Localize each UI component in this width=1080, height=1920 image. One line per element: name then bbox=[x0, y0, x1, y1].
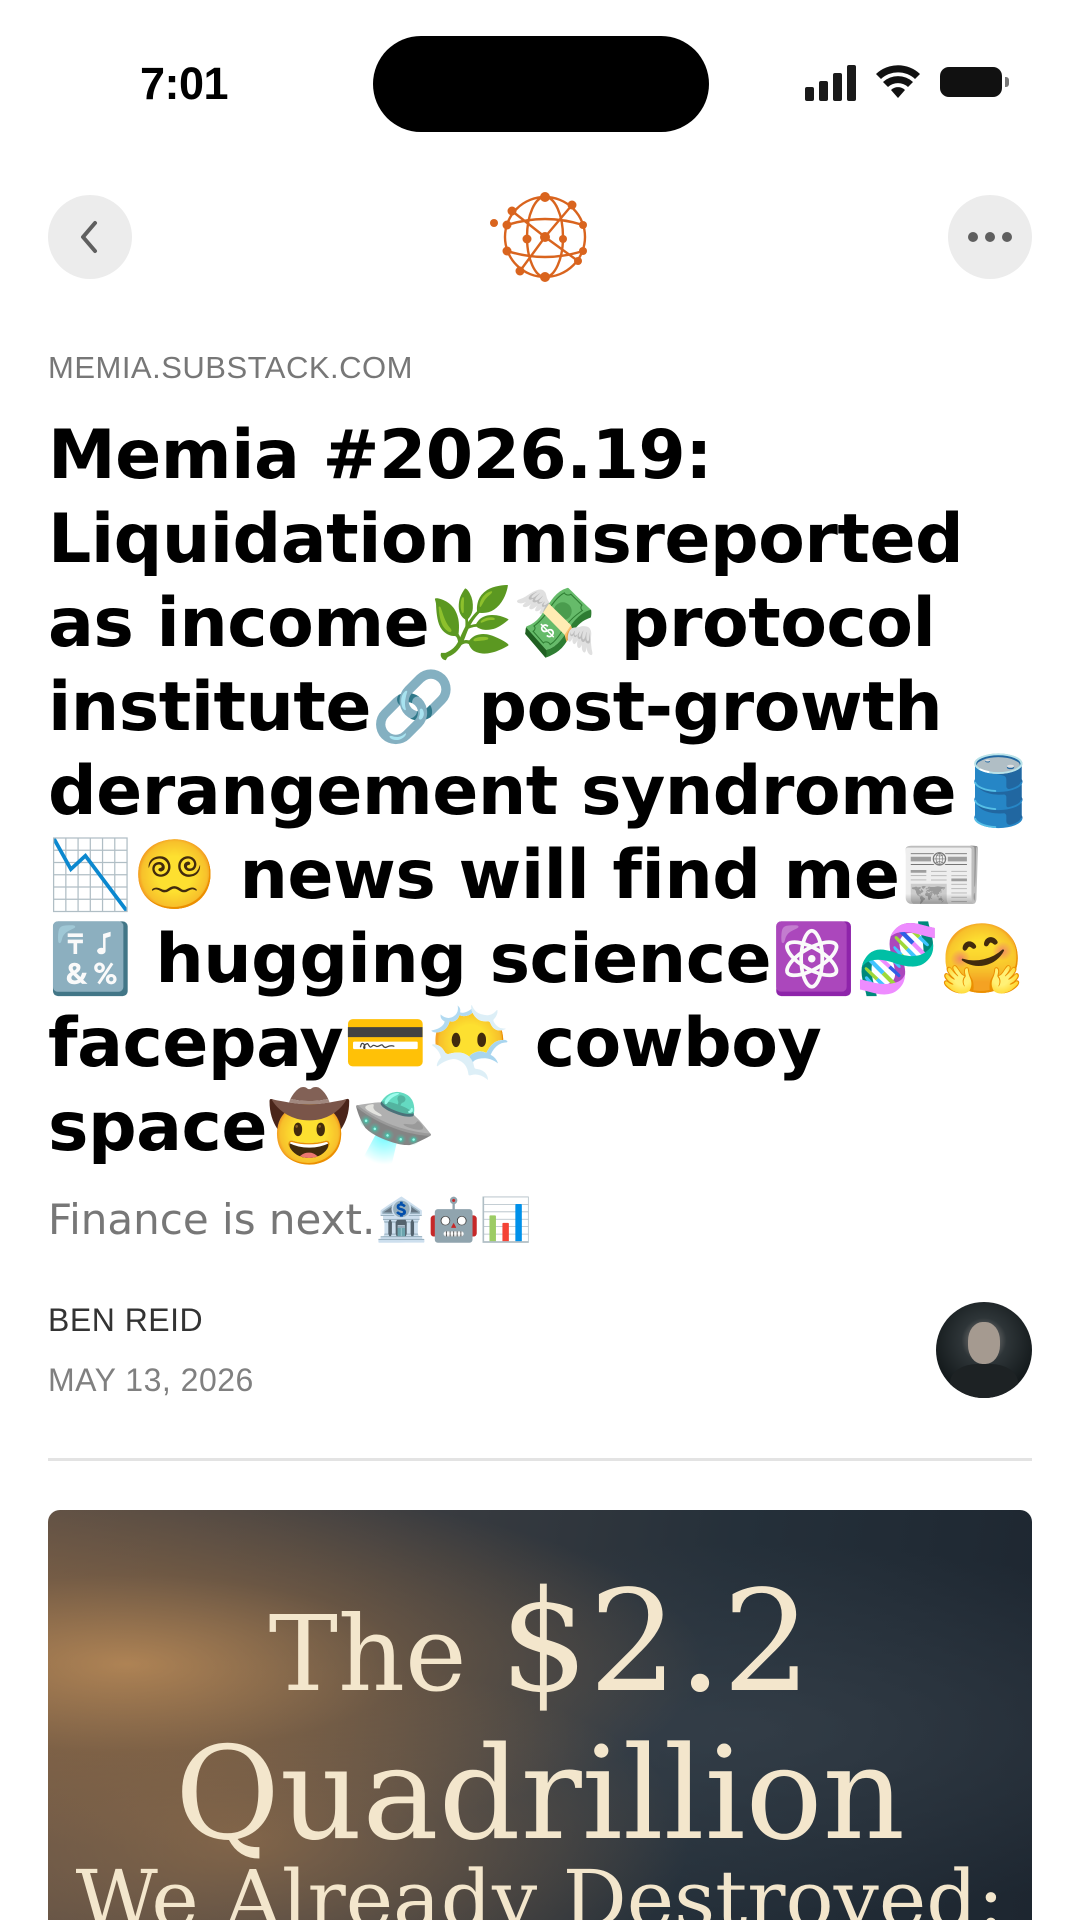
back-button[interactable] bbox=[48, 195, 132, 279]
hero-line-3: We Already Destroyed: bbox=[75, 1853, 1005, 1920]
article-subtitle: Finance is next.🏦🤖📊 bbox=[48, 1195, 533, 1244]
status-icons bbox=[805, 62, 1009, 102]
publication-domain-link[interactable]: MEMIA.SUBSTACK.COM bbox=[48, 350, 413, 386]
cellular-signal-icon bbox=[805, 63, 856, 101]
status-time: 7:01 bbox=[140, 58, 229, 109]
memia-globe-logo[interactable] bbox=[490, 189, 590, 289]
hero-line-2: Quadrillion bbox=[174, 1720, 906, 1869]
more-options-button[interactable] bbox=[948, 195, 1032, 279]
author-avatar[interactable] bbox=[936, 1302, 1032, 1398]
author-name-link[interactable]: BEN REID bbox=[48, 1302, 203, 1339]
screen: 7:01 MEMIA.SUBSTACK.COM Memia #2026.19: … bbox=[0, 0, 1080, 1920]
top-nav bbox=[0, 192, 1080, 285]
status-bar: 7:01 bbox=[0, 0, 1080, 150]
wifi-icon bbox=[876, 65, 920, 98]
divider bbox=[48, 1458, 1032, 1461]
hero-image[interactable]: The $2.2 Quadrillion We Already Destroye… bbox=[48, 1510, 1032, 1920]
dynamic-island bbox=[373, 36, 709, 132]
publish-date: MAY 13, 2026 bbox=[48, 1362, 254, 1398]
battery-icon bbox=[940, 67, 1009, 97]
article-title: Memia #2026.19: Liquidation misreported … bbox=[48, 416, 1041, 1167]
hero-line-1: The $2.2 bbox=[268, 1561, 812, 1724]
chevron-left-icon bbox=[81, 221, 97, 253]
ellipsis-icon bbox=[968, 232, 1012, 242]
